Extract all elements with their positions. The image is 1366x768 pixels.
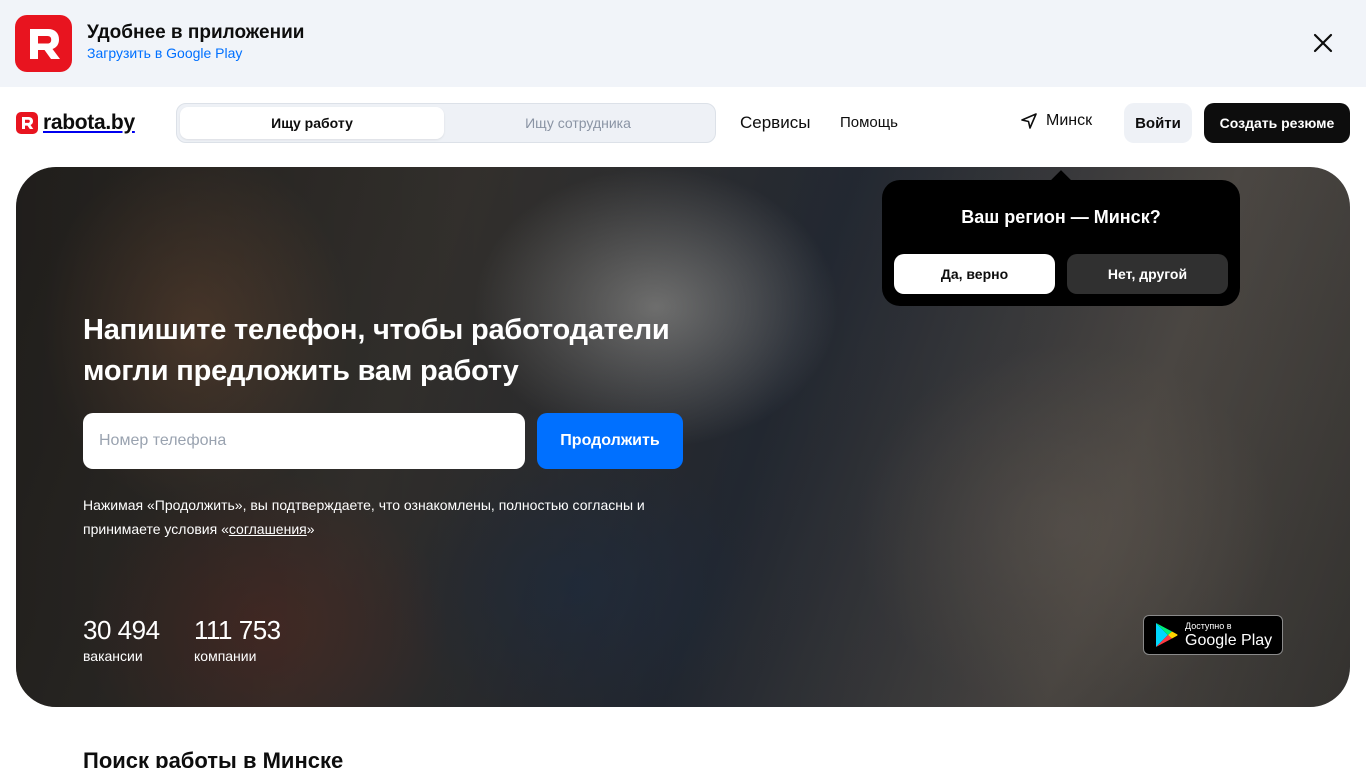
popup-title: Ваш регион — Минск? <box>961 207 1161 227</box>
logo-text: rabota.by <box>43 111 135 134</box>
role-switcher: Ищу работу Ищу сотрудника <box>176 103 716 143</box>
tab-employer[interactable]: Ищу сотрудника <box>446 107 710 139</box>
google-play-badge[interactable]: Доступно в Google Play <box>1143 615 1283 655</box>
banner-title: Удобнее в приложении <box>87 22 305 43</box>
region-name: Минск <box>1046 112 1093 129</box>
login-button[interactable]: Войти <box>1124 103 1192 143</box>
stat-label: вакансии <box>83 648 143 664</box>
logo-r-icon <box>16 112 38 134</box>
google-play-text: Доступно в Google Play <box>1185 620 1273 649</box>
continue-button[interactable]: Продолжить <box>537 413 683 469</box>
region-selector[interactable]: Минск <box>1020 112 1092 130</box>
region-confirm-popup: Ваш регион — Минск? Да, верно Нет, друго… <box>882 170 1240 306</box>
create-resume-button[interactable]: Создать резюме <box>1204 103 1350 143</box>
terms-prefix: Нажимая «Продолжить», вы подтверждаете, … <box>83 497 645 537</box>
nav-help[interactable]: Помощь <box>840 114 898 131</box>
agreement-link[interactable]: соглашения <box>229 521 307 537</box>
app-logo-icon <box>15 15 72 72</box>
change-region-button[interactable]: Нет, другой <box>1067 254 1228 294</box>
location-arrow-icon <box>1021 113 1037 129</box>
confirm-region-button[interactable]: Да, верно <box>894 254 1055 294</box>
terms-text: Нажимая «Продолжить», вы подтверждаете, … <box>83 493 683 541</box>
google-play-small-text: Доступно в <box>1185 620 1232 631</box>
hero-title: Напишите телефон, чтобы работодатели мог… <box>83 314 670 387</box>
app-install-banner: Удобнее в приложении Загрузить в Google … <box>0 0 1366 87</box>
site-header: rabota.by Ищу работу Ищу сотрудника Серв… <box>0 87 1366 159</box>
close-icon[interactable] <box>1308 28 1338 58</box>
stat-companies: 111 753 компании <box>194 615 281 664</box>
tab-job-seeker[interactable]: Ищу работу <box>180 107 444 139</box>
section-title: Поиск работы в Минске <box>83 748 344 768</box>
stat-label: компании <box>194 648 257 664</box>
google-play-big-text: Google Play <box>1185 631 1273 649</box>
stat-value: 30 494 <box>83 615 160 645</box>
google-play-icon <box>1156 623 1178 647</box>
google-play-download-link[interactable]: Загрузить в Google Play <box>87 45 242 61</box>
phone-input[interactable] <box>83 413 525 469</box>
stat-value: 111 753 <box>194 615 281 645</box>
nav-services[interactable]: Сервисы <box>740 113 810 133</box>
site-logo[interactable]: rabota.by <box>16 111 135 135</box>
terms-suffix: » <box>306 521 315 537</box>
stat-vacancies: 30 494 вакансии <box>83 615 160 664</box>
